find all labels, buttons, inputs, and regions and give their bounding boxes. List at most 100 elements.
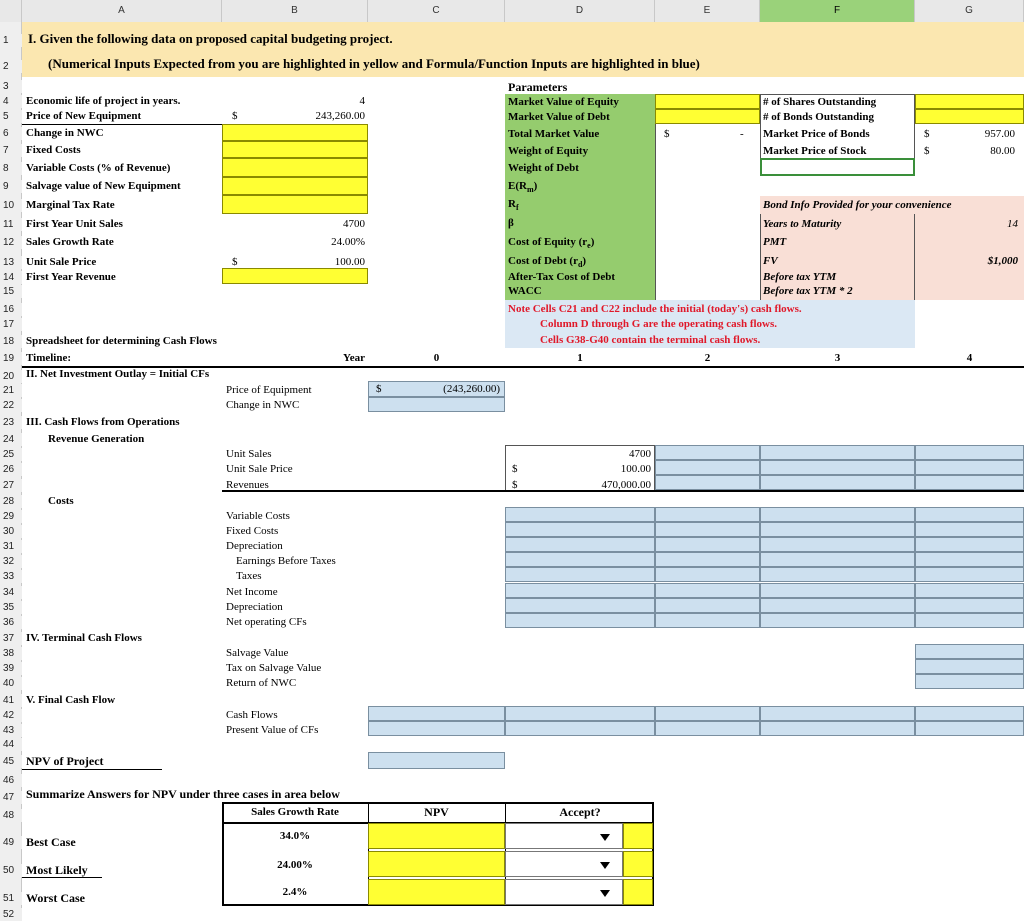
column-header-a[interactable]: A [22,0,222,22]
cost-cell[interactable] [505,507,655,522]
best-case-npv-input[interactable] [368,823,505,849]
row-header-37[interactable]: 37 [0,632,22,645]
mv-debt-input[interactable] [655,109,760,124]
row-header-47[interactable]: 47 [0,791,22,804]
unit-price-cell[interactable] [760,460,915,475]
row-header-18[interactable]: 18 [0,335,22,348]
row-header-25[interactable]: 25 [0,448,22,461]
cost-cell[interactable] [760,567,915,582]
chevron-down-icon[interactable] [598,886,612,900]
row-header-14[interactable]: 14 [0,271,22,284]
cost-cell[interactable] [505,537,655,552]
row-header-41[interactable]: 41 [0,694,22,707]
growth-rate-value[interactable]: 24.00% [222,236,365,249]
pv-cell[interactable] [915,721,1024,736]
column-header-c[interactable]: C [368,0,505,22]
pv-cell[interactable] [655,721,760,736]
cost-cell[interactable] [915,522,1024,537]
cost-cell[interactable] [505,567,655,582]
row-header-46[interactable]: 46 [0,774,22,787]
row-header-27[interactable]: 27 [0,479,22,492]
worst-case-accept-input[interactable] [623,879,653,905]
cost-cell[interactable] [505,613,655,628]
unit-sales-value[interactable]: 4700 [222,218,365,231]
revenues-cell[interactable] [655,475,760,490]
first-year-revenue-input[interactable] [222,268,368,284]
years-maturity-value[interactable]: 14 [940,218,1018,231]
row-header-43[interactable]: 43 [0,724,22,737]
row-header-11[interactable]: 11 [0,218,22,231]
most-likely-growth[interactable]: 24.00% [222,859,368,872]
unit-sales-cell[interactable] [655,445,760,460]
fixed-costs-input[interactable] [222,141,368,158]
cost-cell[interactable] [655,552,760,567]
price-stock-value[interactable]: 80.00 [940,145,1015,158]
row-header-29[interactable]: 29 [0,510,22,523]
pv-cell[interactable] [760,721,915,736]
row-header-6[interactable]: 6 [0,127,22,140]
mv-equity-input[interactable] [655,94,760,109]
terminal-cell[interactable] [915,674,1024,689]
cost-cell[interactable] [915,598,1024,613]
row-header-31[interactable]: 31 [0,540,22,553]
row-header-21[interactable]: 21 [0,384,22,397]
column-header-g[interactable]: G [915,0,1024,22]
row-header-4[interactable]: 4 [0,95,22,108]
row-header-2[interactable]: 2 [0,60,22,73]
cost-cell[interactable] [655,583,760,598]
cost-cell[interactable] [760,537,915,552]
chevron-down-icon[interactable] [598,858,612,872]
select-all-corner[interactable] [0,0,22,22]
cost-cell[interactable] [655,613,760,628]
row-header-19[interactable]: 19 [0,352,22,365]
row-header-38[interactable]: 38 [0,647,22,660]
row-header-23[interactable]: 23 [0,416,22,429]
cost-cell[interactable] [915,613,1024,628]
change-nwc-input[interactable] [222,124,368,141]
row-header-42[interactable]: 42 [0,709,22,722]
column-header-e[interactable]: E [655,0,760,22]
column-header-b[interactable]: B [222,0,368,22]
column-header-d[interactable]: D [505,0,655,22]
row-header-3[interactable]: 3 [0,80,22,93]
worst-case-growth[interactable]: 2.4% [222,886,368,899]
row-header-32[interactable]: 32 [0,555,22,568]
cost-cell[interactable] [760,613,915,628]
unit-price-cell[interactable] [915,460,1024,475]
fv-value[interactable]: $1,000 [940,255,1018,268]
selected-cell[interactable] [760,158,915,176]
cost-cell[interactable] [760,507,915,522]
cash-flow-cell[interactable] [505,706,655,721]
cost-cell[interactable] [505,598,655,613]
row-header-20[interactable]: 20 [0,370,22,383]
cost-cell[interactable] [505,552,655,567]
cost-cell[interactable] [915,552,1024,567]
cash-flow-cell[interactable] [915,706,1024,721]
cost-cell[interactable] [915,507,1024,522]
unit-price-cell[interactable] [655,460,760,475]
shares-outstanding-input[interactable] [915,94,1024,109]
bonds-outstanding-input[interactable] [915,109,1024,124]
row-header-51[interactable]: 51 [0,892,22,905]
revenues-cell[interactable] [915,475,1024,490]
row-header-40[interactable]: 40 [0,677,22,690]
price-bonds-value[interactable]: 957.00 [940,128,1015,141]
row-header-44[interactable]: 44 [0,738,22,751]
cost-cell[interactable] [915,583,1024,598]
terminal-cell[interactable] [915,644,1024,659]
cost-cell[interactable] [655,507,760,522]
chevron-down-icon[interactable] [598,830,612,844]
column-header-f[interactable]: F [760,0,915,22]
row-header-26[interactable]: 26 [0,463,22,476]
row-header-17[interactable]: 17 [0,318,22,331]
row-header-22[interactable]: 22 [0,399,22,412]
cost-cell[interactable] [655,522,760,537]
row-header-36[interactable]: 36 [0,616,22,629]
row-header-34[interactable]: 34 [0,586,22,599]
row-header-30[interactable]: 30 [0,525,22,538]
terminal-cell[interactable] [915,659,1024,674]
row-header-28[interactable]: 28 [0,495,22,508]
cash-flow-cell[interactable] [655,706,760,721]
row-header-39[interactable]: 39 [0,662,22,675]
economic-life-value[interactable]: 4 [222,95,366,108]
